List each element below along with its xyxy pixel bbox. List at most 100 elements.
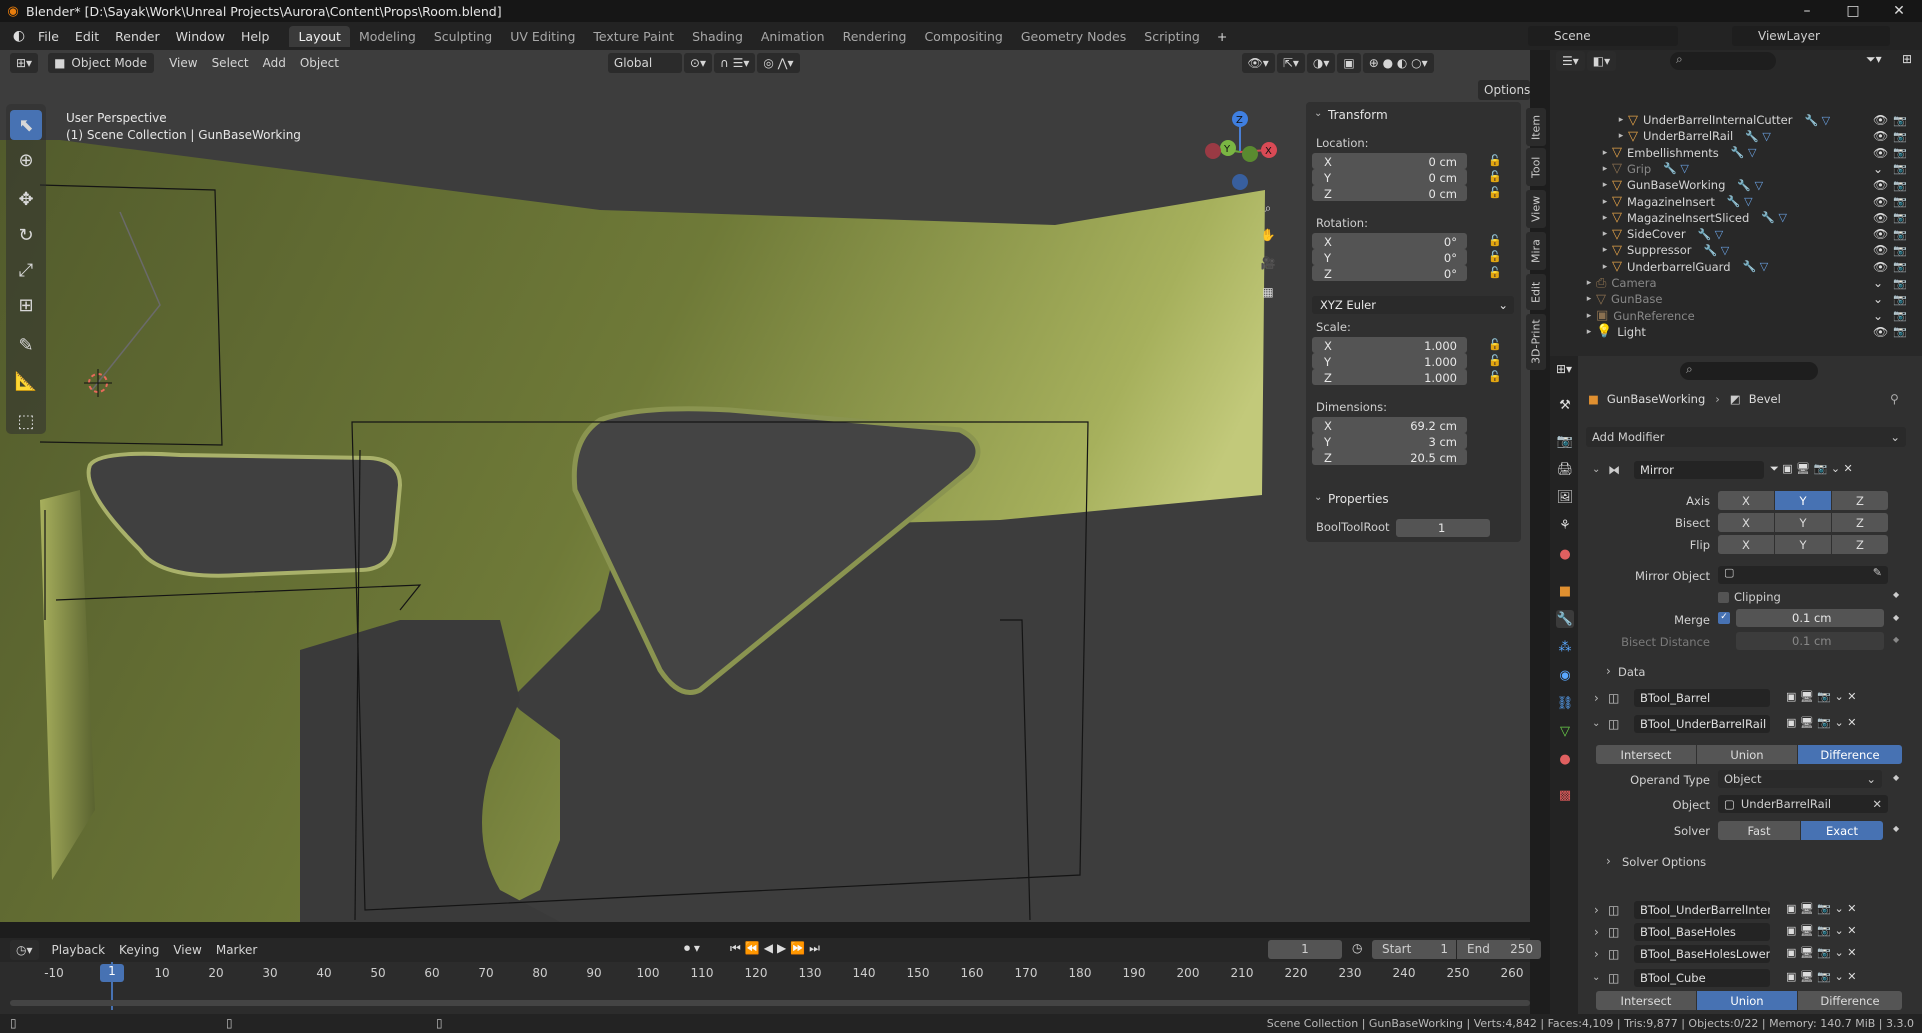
playhead[interactable]: 1 <box>100 964 124 982</box>
rotation-mode-select[interactable]: XYZ Euler ⌄ <box>1312 296 1514 314</box>
rotation-lock-icon[interactable]: 🔓 <box>1488 234 1502 248</box>
op-union[interactable]: Union <box>1697 745 1797 764</box>
timeline-menu-view[interactable]: View <box>166 943 208 957</box>
merge-checkbox[interactable]: ✓ <box>1718 612 1730 624</box>
mirror-axis-y[interactable]: Y <box>1775 491 1831 510</box>
3d-viewport[interactable] <box>0 50 1530 922</box>
clear-icon[interactable]: ✕ <box>1872 797 1882 811</box>
cursor-tool-icon[interactable]: ⊕ <box>10 145 42 175</box>
render-camera-icon[interactable]: 📷 <box>1893 179 1907 192</box>
btool-barrel-name[interactable]: BTool_Barrel <box>1634 689 1770 707</box>
btool-modifier-name[interactable]: BTool_BaseHolesLower <box>1634 945 1770 963</box>
solver-options-label[interactable]: Solver Options <box>1622 855 1706 869</box>
world-tab-icon[interactable]: ● <box>1556 545 1574 563</box>
location-lock-icon[interactable]: 🔓 <box>1488 154 1502 168</box>
record-icon[interactable]: ⏺ ▾ <box>684 941 700 956</box>
start-frame-field[interactable]: Start 1 <box>1372 940 1456 959</box>
maximize-button[interactable]: □ <box>1830 0 1876 22</box>
xray-toggle[interactable]: ▣ <box>1337 53 1361 73</box>
mode-selector[interactable]: ■ Object Mode <box>48 53 155 73</box>
scale-z-field[interactable]: Z 1.000 <box>1312 369 1467 385</box>
timeline-scrollbar[interactable] <box>10 1000 1530 1006</box>
tab-sculpting[interactable]: Sculpting <box>425 26 501 47</box>
mirror-axis-z[interactable]: Z <box>1832 491 1888 510</box>
properties-editor-icon[interactable]: ⊞▾ <box>1556 362 1572 376</box>
tab-scripting[interactable]: Scripting <box>1135 26 1209 47</box>
booltool-root-field[interactable]: 1 <box>1396 519 1490 537</box>
visibility-eye-icon[interactable]: ⌄ <box>1873 162 1883 176</box>
visibility-eye-icon[interactable]: 👁 <box>1873 325 1888 339</box>
mirror-modifier-name[interactable]: Mirror <box>1634 461 1764 479</box>
merge-distance-field[interactable]: 0.1 cm <box>1736 609 1884 627</box>
render-camera-icon[interactable]: 📷 <box>1893 277 1907 290</box>
menu-file[interactable]: File <box>30 29 67 44</box>
expand-arrow-icon[interactable]: ▸ <box>1598 197 1612 207</box>
render-camera-icon[interactable]: 📷 <box>1893 325 1907 338</box>
snap-button[interactable]: ∩ ☰▾ <box>714 53 756 73</box>
expand-arrow-icon[interactable]: ▸ <box>1598 148 1612 158</box>
expand-arrow-icon[interactable]: ▸ <box>1598 262 1612 272</box>
outliner-editor-icon[interactable]: ☰▾ <box>1556 51 1585 71</box>
menu-edit[interactable]: Edit <box>67 29 107 44</box>
tab-geometry-nodes[interactable]: Geometry Nodes <box>1012 26 1135 47</box>
viewport-menu-select[interactable]: Select <box>205 56 256 70</box>
tab-item[interactable]: Item <box>1526 108 1546 146</box>
data-tab-icon[interactable]: ▽ <box>1556 722 1574 740</box>
rotation-y-field[interactable]: Y 0° <box>1312 249 1467 265</box>
annotate-tool-icon[interactable]: ✎ <box>10 330 42 360</box>
texture-tab-icon[interactable]: ▩ <box>1556 786 1574 804</box>
visibility-eye-icon[interactable]: 👁 <box>1873 211 1888 225</box>
modifier-tab-icon[interactable]: 🔧 <box>1556 610 1574 628</box>
op-intersect[interactable]: Intersect <box>1596 745 1696 764</box>
use-preview-range-icon[interactable]: ◷ <box>1352 941 1362 955</box>
tab-uv-editing[interactable]: UV Editing <box>501 26 584 47</box>
render-camera-icon[interactable]: 📷 <box>1893 244 1907 257</box>
render-camera-icon[interactable]: 📷 <box>1893 114 1907 127</box>
btool-modifier-name[interactable]: BTool_UnderBarrelIntern... <box>1634 901 1770 919</box>
viewport-menu-add[interactable]: Add <box>256 56 293 70</box>
btool-cube-name[interactable]: BTool_Cube <box>1634 969 1770 987</box>
render-camera-icon[interactable]: 📷 <box>1893 228 1907 241</box>
render-camera-icon[interactable]: 📷 <box>1893 293 1907 306</box>
expand-arrow-icon[interactable]: ▸ <box>1598 213 1612 223</box>
cube-op-difference[interactable]: Difference <box>1798 991 1902 1010</box>
ortho-grid-icon[interactable]: ▦ <box>1258 282 1278 302</box>
visibility-eye-icon[interactable]: 👁 <box>1873 243 1888 257</box>
view-layer-tab-icon[interactable]: 🖼 <box>1556 488 1574 506</box>
particles-tab-icon[interactable]: ⁂ <box>1556 638 1574 656</box>
clipping-checkbox[interactable] <box>1718 592 1729 603</box>
measure-tool-icon[interactable]: 📐 <box>10 366 42 396</box>
visibility-eye-icon[interactable]: 👁 <box>1873 146 1888 160</box>
expand-arrow-icon[interactable]: ▸ <box>1582 294 1596 304</box>
tab-edit[interactable]: Edit <box>1526 274 1546 310</box>
expand-arrow-icon[interactable]: ▸ <box>1598 180 1612 190</box>
rotation-lock-icon[interactable]: 🔓 <box>1488 250 1502 264</box>
render-camera-icon[interactable]: 📷 <box>1893 309 1907 322</box>
data-subpanel-label[interactable]: Data <box>1618 665 1645 679</box>
orientation-selector[interactable]: Global <box>607 53 682 73</box>
tab-rendering[interactable]: Rendering <box>834 26 916 47</box>
chevron-right-icon[interactable]: › <box>1606 664 1611 678</box>
visibility-eye-icon[interactable]: ⌄ <box>1873 292 1883 306</box>
zoom-icon[interactable]: ⌕ <box>1258 198 1278 218</box>
visibility-eye-icon[interactable]: ⌄ <box>1873 309 1883 323</box>
expand-arrow-icon[interactable]: ▸ <box>1614 115 1628 125</box>
physics-tab-icon[interactable]: ◉ <box>1556 666 1574 684</box>
scene-tab-icon[interactable]: ⚘ <box>1556 516 1574 534</box>
chevron-right-icon[interactable]: › <box>1594 947 1599 961</box>
render-camera-icon[interactable]: 📷 <box>1893 146 1907 159</box>
menu-render[interactable]: Render <box>107 29 168 44</box>
tab-texture-paint[interactable]: Texture Paint <box>584 26 683 47</box>
rotate-tool-icon[interactable]: ↻ <box>10 220 42 250</box>
outliner-search-input[interactable]: ⌕ <box>1670 52 1776 70</box>
expand-arrow-icon[interactable]: ▸ <box>1582 327 1596 337</box>
object-field[interactable]: ▢ UnderBarrelRail ✕ <box>1718 795 1888 813</box>
bisect-z[interactable]: Z <box>1832 513 1888 532</box>
timeline-menu-marker[interactable]: Marker <box>209 943 264 957</box>
pivot-button[interactable]: ⊙▾ <box>683 53 712 73</box>
constraints-tab-icon[interactable]: ⛓ <box>1556 694 1574 712</box>
visibility-eye-icon[interactable]: 👁 <box>1873 260 1888 274</box>
modifier-toggles[interactable]: ▣ 🖥 📷 ⌄ ✕ <box>1786 924 1856 937</box>
mirror-object-field[interactable]: ▢ ✎ <box>1718 566 1888 584</box>
cube-op-union[interactable]: Union <box>1697 991 1797 1010</box>
